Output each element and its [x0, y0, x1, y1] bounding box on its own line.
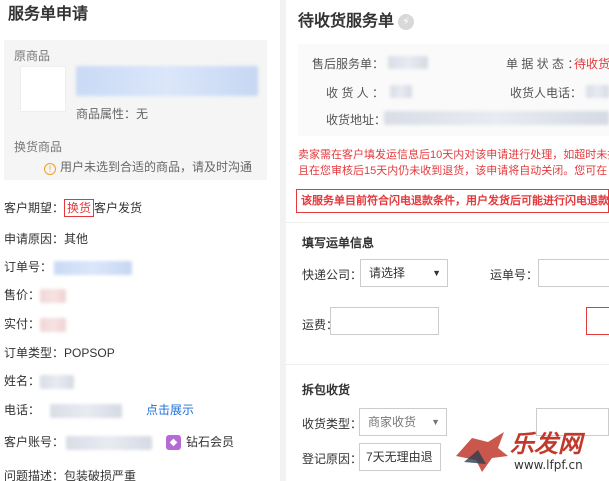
- status-badge: 待收货: [574, 57, 609, 71]
- right-panel: 待收货服务单 ⚡ 售后服务单： 单 据 状 态 ： 待收货 收 货 人 ： 收货人…: [286, 0, 609, 481]
- paid-redacted: [40, 317, 67, 332]
- waybill-section-title: 填写运单信息: [302, 236, 375, 250]
- original-goods-label: 原商品: [14, 49, 51, 63]
- expect-tag: 换货: [64, 199, 95, 217]
- expect-row: 客户期望： 换货 客户发货: [4, 199, 143, 217]
- name-row: 姓名：: [4, 372, 75, 389]
- warning-icon: !: [44, 163, 56, 175]
- unpack-section-title: 拆包收货: [302, 383, 351, 397]
- courier-select[interactable]: 请选择 ▼: [360, 259, 448, 287]
- order-type-row: 订单类型：POPSOP: [4, 346, 115, 360]
- receiver-phone-redacted: [586, 85, 609, 98]
- goods-name-redacted: [76, 66, 258, 96]
- left-panel: 服务单申请 原商品 商品属性：无 换货商品 ! 用户未选到合适的商品，请及时沟通 …: [0, 0, 280, 481]
- goods-thumbnail[interactable]: [20, 66, 66, 112]
- bull-logo-icon: [456, 432, 508, 472]
- name-redacted: [40, 374, 75, 389]
- watermark-url: www.lfpf.cn: [514, 458, 583, 472]
- diamond-member-icon: ◆: [166, 435, 182, 451]
- receive-type-label: 收货类型：: [302, 417, 363, 431]
- receiver-redacted: [390, 85, 412, 98]
- goods-attr: 商品属性：无: [76, 107, 149, 121]
- reason-row: 申请原因：其他: [4, 232, 89, 246]
- account-row: 客户账号： ◆ 钻石会员: [4, 435, 235, 451]
- waybill-input[interactable]: [538, 259, 609, 287]
- order-no-row: 订单号：: [4, 258, 133, 275]
- courier-label: 快递公司：: [302, 268, 363, 282]
- account-redacted: [66, 435, 153, 450]
- register-reason-label: 登记原因：: [302, 452, 363, 466]
- site-watermark: 乐发网 www.lfpf.cn: [452, 418, 609, 481]
- issue-row: 问题描述：包装破损严重: [4, 469, 137, 481]
- chevron-down-icon: ▼: [432, 268, 441, 278]
- service-order-title: 待收货服务单 ⚡: [298, 7, 415, 31]
- watermark-text: 乐发网: [510, 429, 582, 458]
- price-redacted: [40, 288, 67, 303]
- service-no-redacted: [388, 56, 428, 69]
- phone-redacted: [50, 403, 123, 418]
- service-info-box: 售后服务单： 单 据 状 态 ： 待收货 收 货 人 ： 收货人电话： 收货地址…: [298, 44, 609, 136]
- warning-message: ! 用户未选到合适的商品，请及时沟通: [44, 158, 252, 175]
- flash-refund-alert: 该服务单目前符合闪电退款条件，用户发货后可能进行闪电退款: [296, 189, 609, 213]
- show-phone-link[interactable]: 点击展示: [146, 403, 194, 417]
- price-row: 售价：: [4, 286, 67, 303]
- page-title: 服务单申请: [8, 6, 89, 23]
- freight-input[interactable]: [330, 307, 439, 335]
- goods-box: 原商品 商品属性：无 换货商品 ! 用户未选到合适的商品，请及时沟通: [4, 40, 267, 180]
- receive-type-select[interactable]: 商家收货 ▼: [359, 408, 447, 436]
- register-reason-field[interactable]: 7天无理由退: [359, 443, 441, 471]
- section-separator: [286, 222, 609, 223]
- action-button[interactable]: [586, 307, 609, 335]
- order-no-redacted: [54, 260, 133, 275]
- paid-row: 实付：: [4, 315, 67, 332]
- exchange-goods-label: 换货商品: [14, 140, 63, 154]
- section-separator: [286, 364, 609, 365]
- phone-row: 电话： 点击展示: [4, 403, 195, 418]
- lightning-icon: ⚡: [398, 14, 415, 30]
- chevron-down-icon: ▼: [431, 417, 440, 427]
- waybill-label: 运单号：: [490, 268, 539, 282]
- address-redacted: [384, 111, 609, 125]
- seller-notice: 卖家需在客户填发运信息后10天内对该申请进行处理，如超时未操 且在您审核后15天…: [298, 149, 609, 177]
